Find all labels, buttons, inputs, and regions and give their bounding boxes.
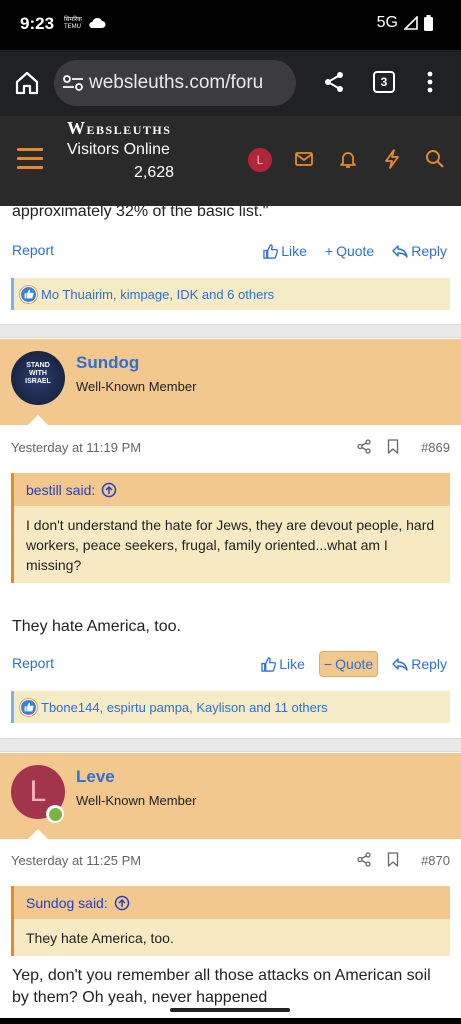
- visitors-online-label: Visitors Online: [67, 141, 170, 158]
- post-author-header: STAND WITH ISRAEL Sundog Well-Known Memb…: [0, 339, 461, 425]
- site-logo[interactable]: WEBSLEUTHS: [67, 118, 171, 139]
- report-link[interactable]: Report: [12, 242, 54, 258]
- home-icon[interactable]: [14, 70, 40, 96]
- post-text: They hate America, too.: [12, 618, 181, 635]
- post-pointer: [28, 829, 48, 839]
- post-text: Yep, don't you remember all those attack…: [12, 967, 431, 1006]
- quote-block: bestill said: I don't understand the hat…: [11, 473, 450, 583]
- thread-content: approximately 32% of the basic list." Re…: [0, 206, 461, 1018]
- post-separator: [0, 738, 461, 752]
- quote-body: I don't understand the hate for Jews, th…: [26, 517, 435, 573]
- quote-block: Sundog said: They hate America, too.: [11, 886, 450, 956]
- user-avatar[interactable]: L: [248, 148, 272, 172]
- like-button[interactable]: Like: [257, 651, 309, 677]
- quote-author: bestill said:: [26, 481, 96, 498]
- arrow-up-circle-icon[interactable]: [101, 482, 117, 498]
- post-author-header: L Leve Well-Known Member: [0, 753, 461, 839]
- network-label: 5G: [376, 14, 398, 31]
- reactions-list: Tbone144, espirtu pampa, Kaylison and 11…: [41, 699, 328, 715]
- battery-icon: [424, 15, 433, 31]
- post-meta: Yesterday at 11:19 PM #869: [11, 438, 450, 458]
- reactions-list: Mo Thuairim, kimpage, IDK and 6 others: [41, 286, 275, 302]
- url-text: websleuths.com/foru: [89, 72, 264, 93]
- like-reaction-icon: [20, 285, 37, 303]
- reply-arrow-icon: [392, 244, 408, 258]
- hamburger-menu-icon[interactable]: [17, 148, 43, 172]
- post-timestamp[interactable]: Yesterday at 11:25 PM: [11, 853, 141, 868]
- reply-button[interactable]: Reply: [388, 238, 451, 264]
- post-separator: [0, 324, 461, 338]
- share-icon[interactable]: [357, 439, 371, 454]
- quote-author: Sundog said:: [26, 894, 108, 911]
- envelope-icon[interactable]: [294, 148, 314, 170]
- author-title: Well-Known Member: [76, 793, 197, 808]
- post-actions: Report Like − Quote Reply: [12, 651, 451, 677]
- reactions-bar[interactable]: Tbone144, espirtu pampa, Kaylison and 11…: [11, 691, 450, 723]
- reply-button[interactable]: Reply: [388, 651, 451, 677]
- site-header: WEBSLEUTHS Visitors Online 2,628 L: [0, 116, 461, 206]
- author-avatar[interactable]: STAND WITH ISRAEL: [11, 351, 65, 405]
- post-number[interactable]: #869: [421, 440, 450, 455]
- reactions-bar[interactable]: Mo Thuairim, kimpage, IDK and 6 others: [11, 278, 450, 310]
- address-bar[interactable]: websleuths.com/foru: [54, 60, 296, 106]
- post-number[interactable]: #870: [421, 853, 450, 868]
- post-meta: Yesterday at 11:25 PM #870: [11, 851, 450, 871]
- quote-body: They hate America, too.: [26, 930, 174, 946]
- author-username[interactable]: Leve: [76, 767, 115, 787]
- browser-toolbar: websleuths.com/foru 3: [0, 50, 461, 116]
- signal-icon: [404, 16, 418, 30]
- minus-icon: −: [323, 656, 333, 672]
- author-username[interactable]: Sundog: [76, 353, 139, 373]
- share-icon[interactable]: [322, 70, 346, 94]
- gesture-handle[interactable]: [170, 1008, 290, 1012]
- post-text: approximately 32% of the basic list.": [12, 206, 269, 220]
- visitors-online-count: 2,628: [134, 164, 175, 181]
- report-link[interactable]: Report: [12, 655, 54, 671]
- online-status-icon: [46, 805, 64, 823]
- author-title: Well-Known Member: [76, 379, 197, 394]
- bookmark-icon[interactable]: [387, 439, 399, 454]
- quote-header[interactable]: Sundog said:: [14, 886, 450, 919]
- bolt-icon[interactable]: [382, 148, 402, 170]
- like-reaction-icon: [20, 698, 37, 716]
- status-time: 9:23: [20, 14, 55, 33]
- post-actions: Report Like + Quote Reply: [12, 238, 451, 264]
- post-pointer: [28, 415, 48, 425]
- thumbs-up-icon: [263, 243, 279, 259]
- quote-button-active[interactable]: − Quote: [318, 651, 379, 677]
- search-icon[interactable]: [425, 148, 445, 170]
- status-right: 5G: [377, 14, 433, 32]
- thumbs-up-icon: [261, 656, 277, 672]
- tab-switcher-button[interactable]: 3: [373, 71, 395, 93]
- quote-header[interactable]: bestill said:: [14, 473, 450, 506]
- post-timestamp[interactable]: Yesterday at 11:19 PM: [11, 440, 141, 455]
- cloud-icon: [89, 17, 106, 28]
- share-icon[interactable]: [357, 852, 371, 867]
- like-button[interactable]: Like: [259, 238, 311, 264]
- reply-arrow-icon: [392, 657, 408, 671]
- nav-bar: [0, 1018, 461, 1024]
- quote-button[interactable]: + Quote: [321, 238, 378, 264]
- arrow-up-circle-icon[interactable]: [114, 895, 130, 911]
- bookmark-icon[interactable]: [387, 852, 399, 867]
- plus-icon: +: [324, 243, 334, 259]
- status-bar: 9:23 सिमरिक TEMU 5G: [0, 0, 461, 50]
- status-notification-icons: सिमरिक TEMU: [64, 17, 82, 30]
- site-settings-icon[interactable]: [62, 73, 84, 93]
- bell-icon[interactable]: [338, 148, 358, 170]
- more-menu-icon[interactable]: [426, 70, 434, 94]
